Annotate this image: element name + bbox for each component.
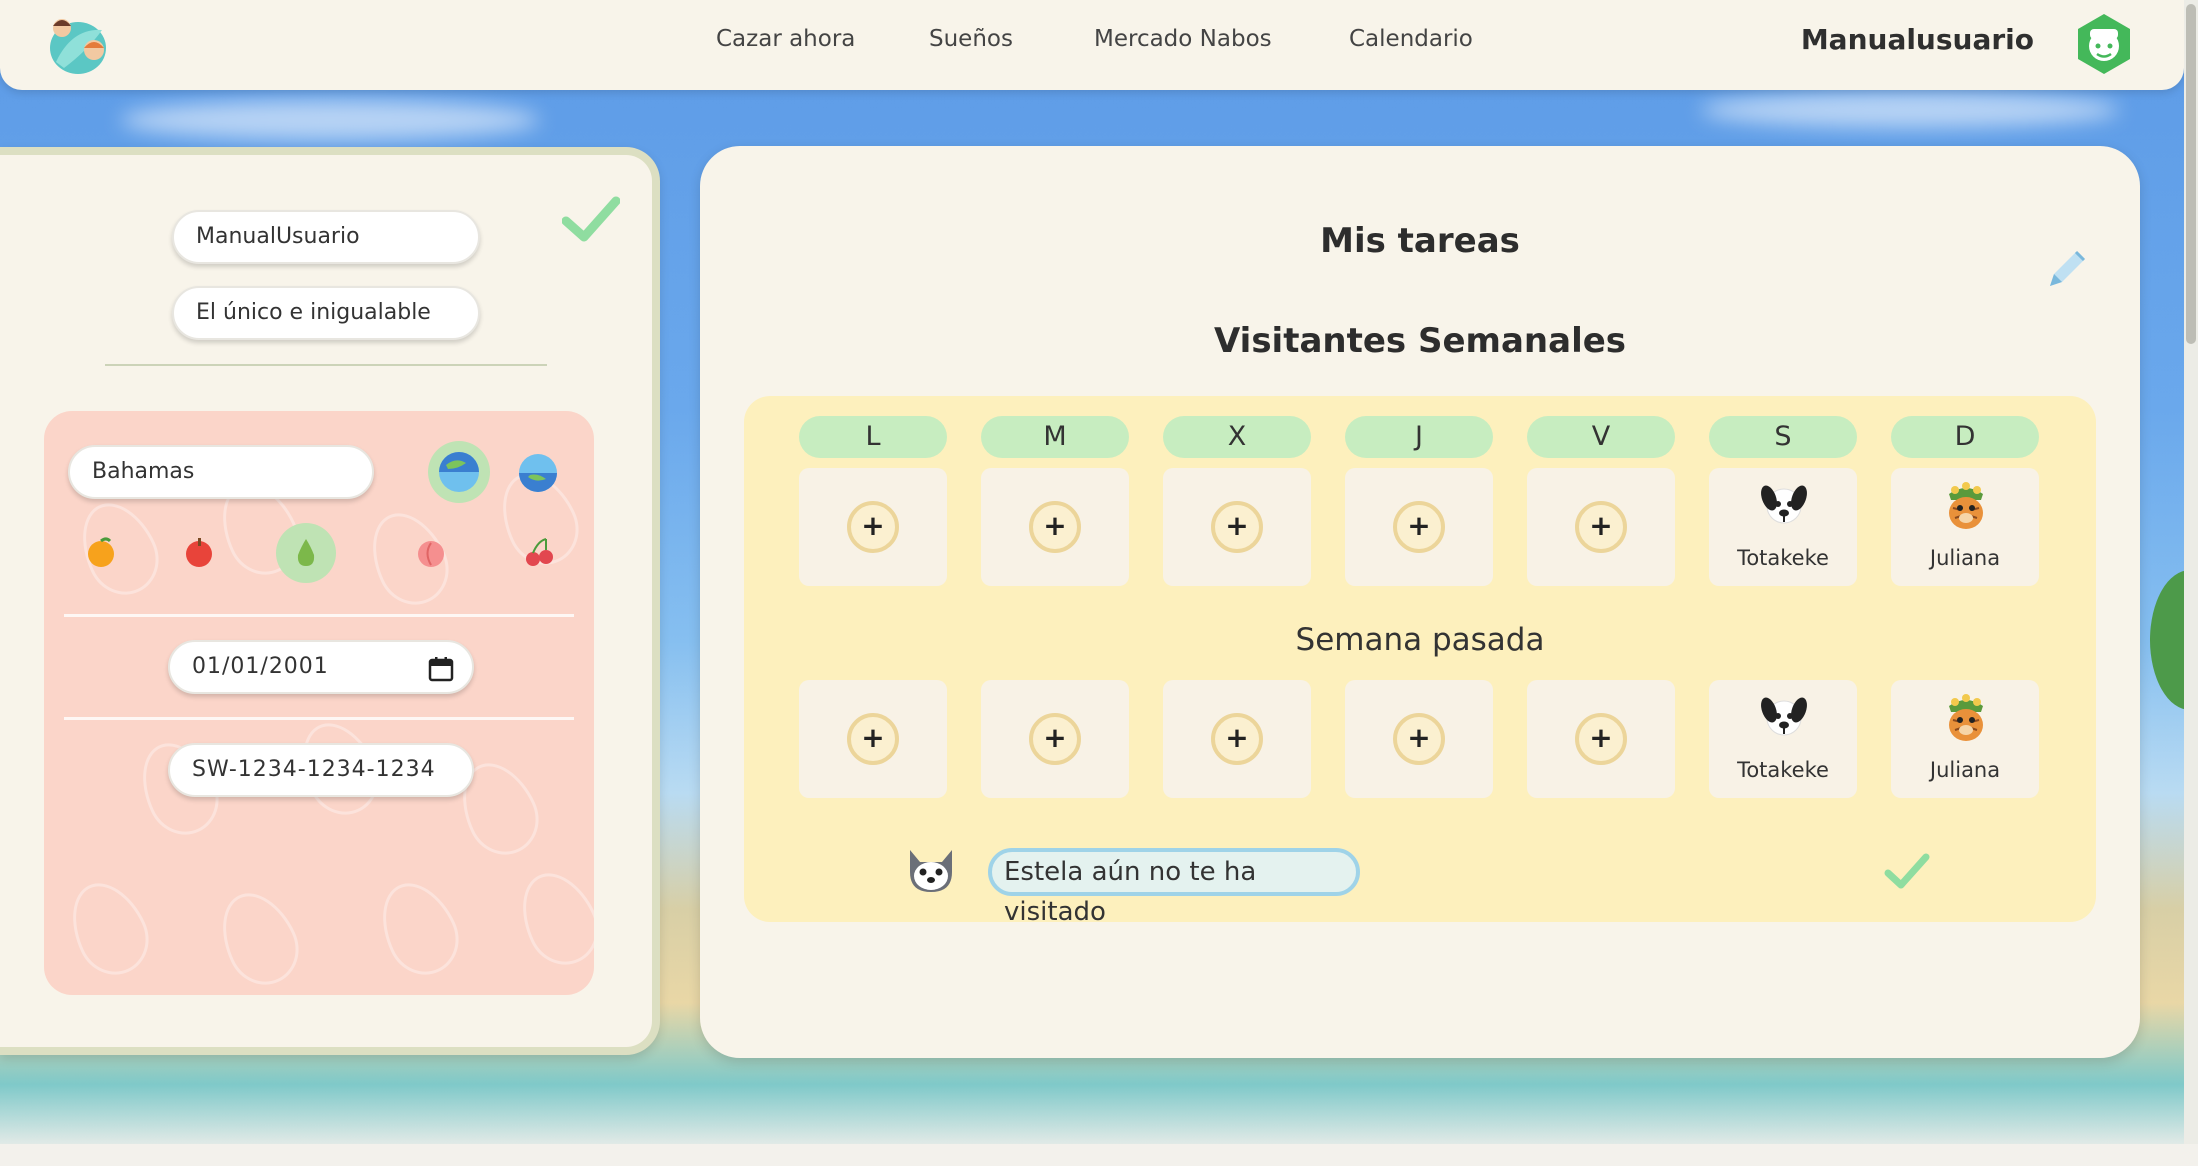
island-divider (64, 717, 574, 720)
day-header-j: J (1345, 416, 1493, 458)
add-visitor-button[interactable]: + (1029, 713, 1081, 765)
hemisphere-north-icon[interactable] (436, 449, 482, 495)
add-visitor-button[interactable]: + (847, 501, 899, 553)
user-avatar-icon[interactable] (2072, 12, 2136, 76)
nav-link-mercado-nabos[interactable]: Mercado Nabos (1094, 26, 1272, 52)
day-header-m: M (981, 416, 1129, 458)
scrollbar-thumb[interactable] (2186, 4, 2196, 344)
add-visitor-button[interactable]: + (1029, 501, 1081, 553)
day-header-v: V (1527, 416, 1675, 458)
leaf-pattern (367, 870, 471, 987)
leaf-pattern (67, 490, 171, 607)
last-week-slot-j[interactable]: + (1345, 680, 1493, 798)
add-visitor-button[interactable]: + (1575, 713, 1627, 765)
add-visitor-button[interactable]: + (847, 713, 899, 765)
last-week-slot-m[interactable]: + (981, 680, 1129, 798)
add-visitor-button[interactable]: + (1393, 501, 1445, 553)
visitor-slot-d[interactable]: Juliana (1891, 468, 2039, 586)
last-week-slot-d[interactable]: Juliana (1891, 680, 2039, 798)
cherry-icon[interactable] (522, 535, 556, 569)
estela-visited-check-icon[interactable] (1884, 851, 1930, 891)
leaf-pattern (507, 860, 594, 977)
juliana-icon (1949, 694, 1983, 741)
top-navbar: Cazar ahora Sueños Mercado Nabos Calenda… (0, 0, 2184, 90)
weekly-visitors-panel: L M X J V S D + + + + + Totakeke Juliana… (744, 396, 2096, 927)
last-week-title: Semana pasada (1295, 622, 1545, 658)
tasks-card: Mis tareas Visitantes Semanales L M X J … (700, 146, 2140, 1058)
leaf-pattern (57, 870, 161, 987)
visitor-slot-j[interactable]: + (1345, 468, 1493, 586)
nav-link-calendario[interactable]: Calendario (1349, 26, 1473, 52)
nav-link-suenos[interactable]: Sueños (929, 26, 1013, 52)
island-name-input[interactable]: Bahamas (68, 445, 374, 499)
juliana-icon (1949, 482, 1983, 529)
bottom-strip (0, 1144, 2198, 1166)
weekly-visitors-title: Visitantes Semanales (1213, 321, 1627, 361)
villager-name: Totakeke (1737, 758, 1829, 782)
villager-name: Juliana (1929, 546, 2001, 570)
last-week-slot-l[interactable]: + (799, 680, 947, 798)
villager-name: Juliana (1929, 758, 2001, 782)
profile-card: ManualUsuario El único e inigualable Bah… (0, 147, 660, 1055)
username-label[interactable]: Manualusuario (1801, 23, 2034, 56)
island-divider (64, 614, 574, 617)
profile-name-input[interactable]: ManualUsuario (172, 210, 480, 264)
estela-icon (910, 850, 952, 892)
add-visitor-button[interactable]: + (1393, 713, 1445, 765)
tasks-title: Mis tareas (1320, 221, 1520, 261)
island-panel: Bahamas 01/01/2001 SW-1234-1234-1234 (44, 411, 594, 995)
visitor-slot-m[interactable]: + (981, 468, 1129, 586)
app-logo-icon[interactable] (42, 10, 114, 80)
day-header-d: D (1891, 416, 2039, 458)
birthday-value: 01/01/2001 (192, 654, 329, 679)
profile-divider (105, 364, 547, 366)
last-week-slot-v[interactable]: + (1527, 680, 1675, 798)
villager-name: Totakeke (1737, 546, 1829, 570)
visitor-slot-x[interactable]: + (1163, 468, 1311, 586)
visitor-slot-v[interactable]: + (1527, 468, 1675, 586)
day-header-l: L (799, 416, 947, 458)
totakeke-icon (1761, 697, 1807, 736)
profile-title-input[interactable]: El único e inigualable (172, 286, 480, 340)
last-week-slot-s[interactable]: Totakeke (1709, 680, 1857, 798)
peach-icon[interactable] (414, 535, 448, 569)
last-week-slot-x[interactable]: + (1163, 680, 1311, 798)
totakeke-icon (1761, 485, 1807, 524)
nav-link-cazar-ahora[interactable]: Cazar ahora (716, 26, 855, 52)
apple-icon[interactable] (182, 535, 216, 569)
day-header-x: X (1163, 416, 1311, 458)
calendar-icon[interactable] (428, 656, 454, 682)
add-visitor-button[interactable]: + (1211, 501, 1263, 553)
add-visitor-button[interactable]: + (1575, 501, 1627, 553)
visitor-slot-l[interactable]: + (799, 468, 947, 586)
orange-icon[interactable] (84, 535, 118, 569)
visitor-slot-s[interactable]: Totakeke (1709, 468, 1857, 586)
leaf-pattern (207, 880, 311, 995)
page-scrollbar[interactable] (2184, 0, 2198, 1146)
estela-visit-message: Estela aún no te ha visitado (988, 848, 1360, 927)
add-visitor-button[interactable]: + (1211, 713, 1263, 765)
background-cloud (1700, 92, 2120, 128)
save-profile-check-icon[interactable] (562, 195, 620, 243)
edit-pencil-icon[interactable] (2044, 246, 2090, 292)
background-cloud (120, 100, 540, 140)
pear-icon[interactable] (289, 535, 323, 569)
hemisphere-south-icon[interactable] (516, 451, 560, 495)
day-header-s: S (1709, 416, 1857, 458)
friend-code-input[interactable]: SW-1234-1234-1234 (168, 743, 474, 797)
